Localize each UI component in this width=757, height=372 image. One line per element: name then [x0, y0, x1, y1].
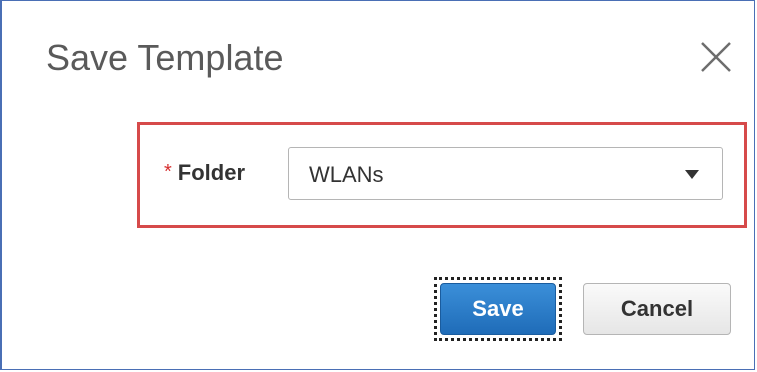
- close-button[interactable]: [696, 37, 736, 77]
- close-icon: [701, 42, 731, 72]
- caret-down-icon: [685, 170, 699, 179]
- folder-label: * Folder: [164, 160, 245, 186]
- folder-select[interactable]: WLANs: [288, 147, 723, 200]
- folder-select-value: WLANs: [309, 162, 384, 187]
- dialog-title: Save Template: [46, 37, 284, 78]
- save-button[interactable]: Save: [440, 283, 556, 335]
- save-template-dialog: Save Template * Folder WLANs Save Cancel: [0, 0, 755, 370]
- required-marker: *: [164, 161, 172, 183]
- cancel-button[interactable]: Cancel: [583, 283, 731, 335]
- folder-label-text: Folder: [177, 160, 246, 185]
